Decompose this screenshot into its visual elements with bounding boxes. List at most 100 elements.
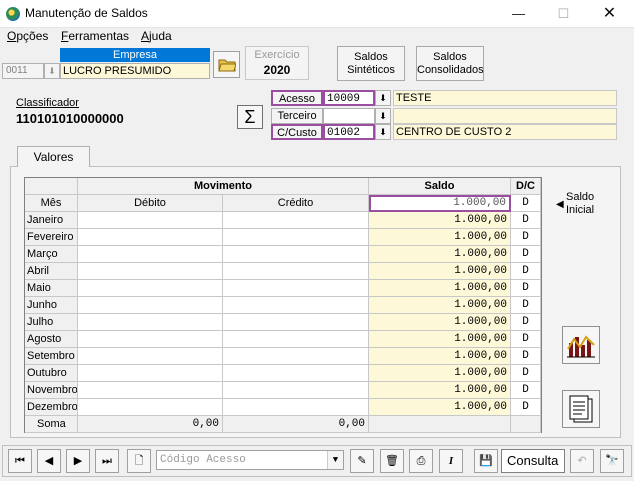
- ccusto-description: CENTRO DE CUSTO 2: [393, 124, 617, 140]
- saldo-inicial-dc[interactable]: D: [511, 195, 541, 212]
- row-credito[interactable]: [223, 246, 369, 263]
- ccusto-lookup-button[interactable]: ⬇: [375, 124, 391, 140]
- row-saldo: 1.000,00: [369, 280, 511, 297]
- row-mes: Março: [25, 246, 78, 263]
- row-credito[interactable]: [223, 399, 369, 416]
- printer-icon: ⎙: [416, 455, 426, 467]
- delete-button[interactable]: 🗑: [380, 449, 404, 473]
- row-credito[interactable]: [223, 382, 369, 399]
- soma-credito: 0,00: [223, 416, 369, 433]
- row-dc: D: [511, 331, 541, 348]
- open-folder-button[interactable]: [213, 51, 240, 78]
- acesso-input[interactable]: 10009: [323, 90, 375, 106]
- row-credito[interactable]: [223, 314, 369, 331]
- empresa-header: Empresa: [60, 48, 210, 62]
- terceiro-input[interactable]: [323, 108, 375, 124]
- save-icon: 💾: [479, 455, 493, 467]
- row-credito[interactable]: [223, 280, 369, 297]
- find-button[interactable]: 🔭: [600, 449, 624, 473]
- save-button[interactable]: 💾: [474, 449, 498, 473]
- tab-valores[interactable]: Valores: [17, 146, 90, 167]
- row-debito[interactable]: [78, 382, 223, 399]
- minimize-button[interactable]: —: [496, 0, 541, 28]
- row-credito[interactable]: [223, 263, 369, 280]
- row-debito[interactable]: [78, 399, 223, 416]
- row-credito[interactable]: [223, 212, 369, 229]
- row-debito[interactable]: [78, 365, 223, 382]
- menu-ajuda[interactable]: Ajuda: [141, 29, 172, 43]
- classificador-label: Classificador: [16, 97, 79, 109]
- trash-icon: 🗑: [385, 455, 399, 467]
- row-mes: Junho: [25, 297, 78, 314]
- saldo-inicial-pointer-icon: ◀: [556, 199, 564, 210]
- menu-opcoes[interactable]: Opções: [7, 29, 48, 43]
- saldos-sinteticos-button[interactable]: Saldos Sintéticos: [337, 46, 405, 81]
- chart-button[interactable]: [562, 326, 600, 364]
- terceiro-description: [393, 108, 617, 124]
- row-saldo: 1.000,00: [369, 246, 511, 263]
- row-debito[interactable]: [78, 280, 223, 297]
- report-button[interactable]: [562, 390, 600, 428]
- row-debito[interactable]: [78, 297, 223, 314]
- row-mes: Novembro: [25, 382, 78, 399]
- terceiro-label: Terceiro: [271, 108, 323, 124]
- saldos-consolidados-button[interactable]: Saldos Consolidados: [416, 46, 484, 81]
- download-arrow-icon: ⬇: [48, 66, 56, 76]
- first-record-button[interactable]: ⏮: [8, 449, 32, 473]
- row-debito[interactable]: [78, 314, 223, 331]
- codigo-acesso-placeholder: Código Acesso: [160, 454, 246, 466]
- maximize-button[interactable]: ☐: [541, 0, 586, 28]
- row-debito[interactable]: [78, 229, 223, 246]
- row-saldo: 1.000,00: [369, 212, 511, 229]
- ccusto-input[interactable]: 01002: [323, 124, 375, 140]
- row-credito[interactable]: [223, 297, 369, 314]
- row-debito[interactable]: [78, 263, 223, 280]
- acesso-lookup-button[interactable]: ⬇: [375, 90, 391, 106]
- row-debito[interactable]: [78, 331, 223, 348]
- empresa-code-field[interactable]: 0011: [2, 63, 44, 79]
- previous-record-button[interactable]: ◀: [37, 449, 61, 473]
- row-saldo: 1.000,00: [369, 297, 511, 314]
- chevron-down-icon[interactable]: ▼: [327, 451, 343, 469]
- last-record-button[interactable]: ⏭: [95, 449, 119, 473]
- undo-button[interactable]: ↶: [570, 449, 594, 473]
- codigo-acesso-search[interactable]: Código Acesso ▼: [156, 450, 344, 470]
- row-saldo: 1.000,00: [369, 348, 511, 365]
- row-dc: D: [511, 382, 541, 399]
- sigma-icon: Σ: [244, 107, 256, 127]
- row-debito[interactable]: [78, 348, 223, 365]
- row-saldo: 1.000,00: [369, 263, 511, 280]
- classificador-value: 110101010000000: [16, 111, 124, 126]
- button-line: Consolidados: [417, 64, 484, 76]
- row-credito[interactable]: [223, 229, 369, 246]
- saldo-inicial-value[interactable]: 1.000,00: [369, 195, 511, 212]
- row-mes: Maio: [25, 280, 78, 297]
- row-dc: D: [511, 297, 541, 314]
- row-debito[interactable]: [78, 212, 223, 229]
- row-mes: Dezembro: [25, 399, 78, 416]
- row-credito[interactable]: [223, 331, 369, 348]
- row-credito[interactable]: [223, 348, 369, 365]
- header-debito: Débito: [78, 195, 223, 212]
- menu-ferramentas[interactable]: Ferramentas: [61, 29, 129, 43]
- last-icon: ⏭: [102, 455, 112, 467]
- close-button[interactable]: ✕: [587, 0, 632, 28]
- row-credito[interactable]: [223, 365, 369, 382]
- row-saldo: 1.000,00: [369, 365, 511, 382]
- info-button[interactable]: I: [439, 449, 463, 473]
- row-debito[interactable]: [78, 246, 223, 263]
- download-arrow-icon: ⬇: [379, 93, 387, 103]
- acesso-description: TESTE: [393, 90, 617, 106]
- edit-button[interactable]: ✎: [350, 449, 374, 473]
- empresa-lookup-button[interactable]: ⬇: [44, 63, 60, 79]
- next-record-button[interactable]: ▶: [66, 449, 90, 473]
- row-dc: D: [511, 263, 541, 280]
- terceiro-lookup-button[interactable]: ⬇: [375, 108, 391, 124]
- app-icon: [6, 7, 20, 21]
- folder-icon: [217, 59, 237, 72]
- empresa-name-field: LUCRO PRESUMIDO: [60, 63, 210, 79]
- print-button[interactable]: ⎙: [409, 449, 433, 473]
- new-record-button[interactable]: 🗋: [127, 449, 151, 473]
- ccusto-label: C/Custo: [271, 124, 323, 140]
- sigma-button[interactable]: Σ: [237, 105, 263, 129]
